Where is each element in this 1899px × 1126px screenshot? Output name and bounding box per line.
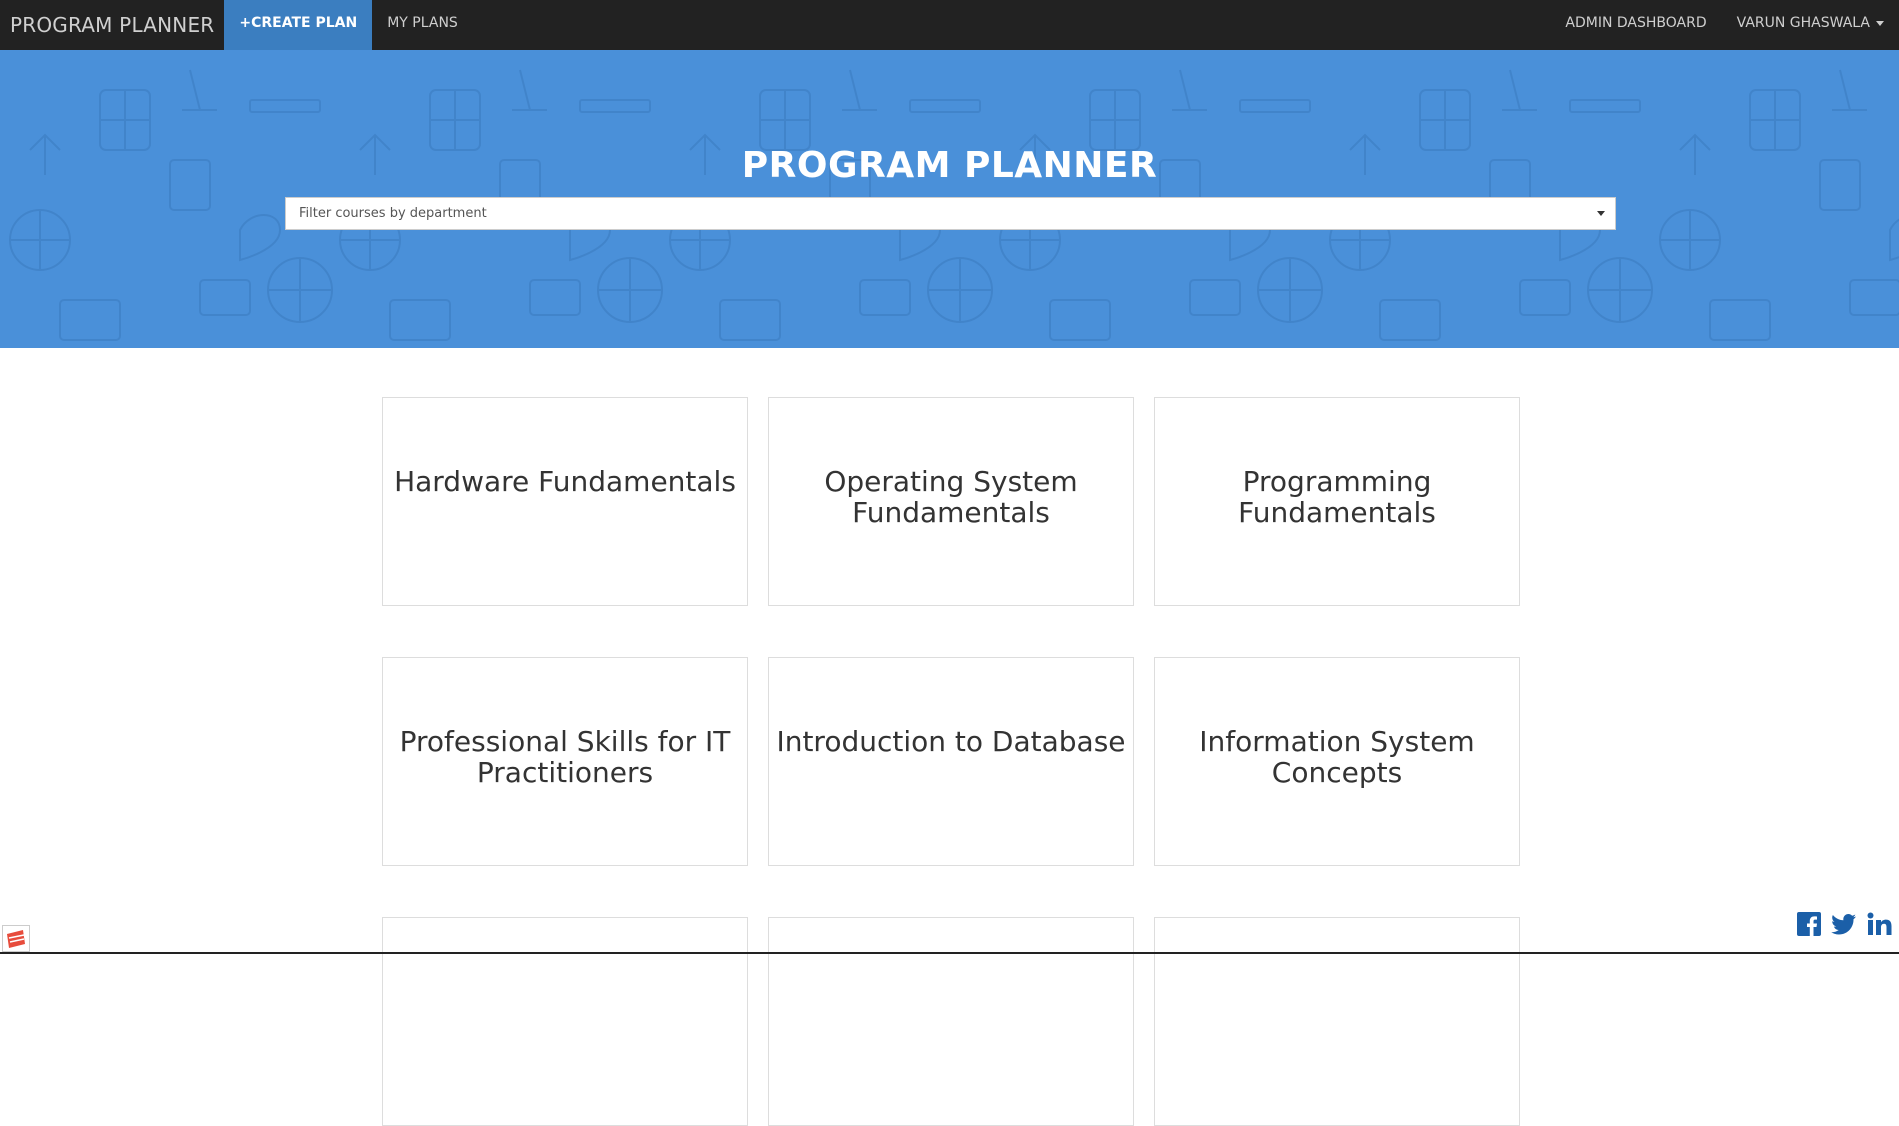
my-plans-link[interactable]: MY PLANS: [372, 0, 473, 50]
social-links: [1797, 912, 1893, 940]
top-navbar: PROGRAM PLANNER +CREATE PLAN MY PLANS AD…: [0, 0, 1899, 50]
app-badge-icon[interactable]: [2, 925, 30, 952]
course-card[interactable]: Operating System Fundamentals: [768, 397, 1134, 606]
course-card[interactable]: Introduction to Database: [768, 657, 1134, 866]
chevron-down-icon: [1597, 211, 1605, 216]
course-card[interactable]: Information System Concepts: [1154, 657, 1520, 866]
course-title: Professional Skills for IT Practitioners: [399, 725, 731, 789]
department-filter-select[interactable]: Filter courses by department: [285, 197, 1616, 230]
facebook-icon[interactable]: [1797, 912, 1821, 940]
course-card[interactable]: [768, 917, 1134, 1126]
nav-right-group: ADMIN DASHBOARD VARUN GHASWALA: [1550, 0, 1899, 50]
user-menu-dropdown[interactable]: VARUN GHASWALA: [1722, 0, 1899, 50]
course-card[interactable]: [1154, 917, 1520, 1126]
twitter-icon[interactable]: [1831, 912, 1857, 940]
course-card[interactable]: Hardware Fundamentals: [382, 397, 748, 606]
course-title: Hardware Fundamentals: [394, 465, 736, 498]
course-title: Programming Fundamentals: [1238, 465, 1436, 529]
filter-placeholder: Filter courses by department: [299, 206, 487, 221]
user-name: VARUN GHASWALA: [1736, 15, 1870, 31]
course-title: Operating System Fundamentals: [824, 465, 1078, 529]
brand-link[interactable]: PROGRAM PLANNER: [0, 0, 224, 50]
course-card[interactable]: [382, 917, 748, 1126]
course-title: Introduction to Database: [776, 725, 1126, 758]
hero-banner: PROGRAM PLANNER Filter courses by depart…: [0, 50, 1899, 348]
chevron-down-icon: [1876, 20, 1884, 26]
admin-dashboard-link[interactable]: ADMIN DASHBOARD: [1550, 0, 1721, 50]
plus-icon: +: [239, 15, 252, 31]
create-plan-button[interactable]: +CREATE PLAN: [224, 0, 373, 50]
create-plan-label: CREATE PLAN: [251, 15, 358, 31]
course-card[interactable]: Professional Skills for IT Practitioners: [382, 657, 748, 866]
linkedin-icon[interactable]: [1867, 912, 1893, 940]
page-title: PROGRAM PLANNER: [741, 145, 1158, 186]
course-title: Information System Concepts: [1199, 725, 1475, 789]
course-card[interactable]: Programming Fundamentals: [1154, 397, 1520, 606]
